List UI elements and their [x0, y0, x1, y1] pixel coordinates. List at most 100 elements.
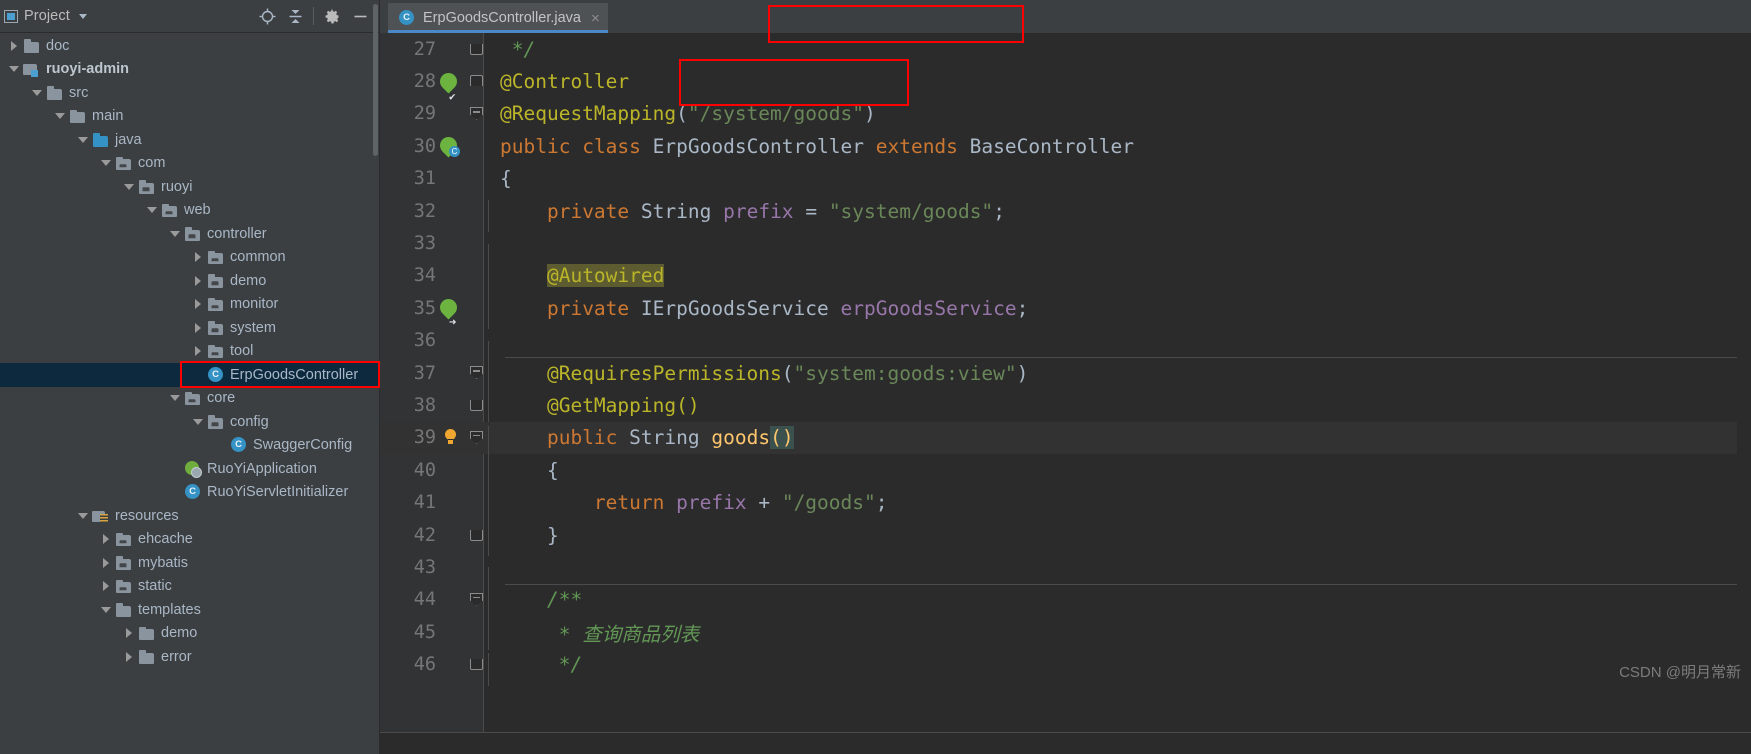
fold-column[interactable] — [466, 130, 488, 162]
gutter-icon-slot[interactable] — [436, 292, 466, 324]
fold-column[interactable] — [466, 163, 488, 195]
fold-column[interactable] — [466, 33, 488, 65]
code-line[interactable]: 36 — [380, 325, 1751, 374]
code-line[interactable]: 35 private IErpGoodsService erpGoodsServ… — [380, 292, 1751, 330]
chevron-down-icon[interactable] — [76, 509, 90, 523]
fold-column[interactable] — [466, 551, 488, 583]
chevron-right-icon[interactable] — [191, 344, 205, 358]
code-line[interactable]: 29 @RequestMapping("/system/goods") — [380, 98, 1751, 130]
project-title-group[interactable]: Project — [4, 8, 87, 24]
chevron-down-icon[interactable] — [145, 203, 159, 217]
settings-gear-icon[interactable] — [318, 3, 346, 29]
collapse-all-icon[interactable] — [281, 3, 309, 29]
code-line[interactable]: 32 private String prefix = "system/goods… — [380, 195, 1751, 233]
project-tree-scrollbar[interactable] — [373, 4, 378, 156]
tree-item[interactable]: config — [0, 410, 380, 434]
tree-item[interactable]: common — [0, 246, 380, 270]
code-line[interactable]: 37 @RequiresPermissions("system:goods:vi… — [380, 356, 1751, 394]
fold-marker-icon[interactable] — [470, 430, 483, 444]
chevron-right-icon[interactable] — [99, 579, 113, 593]
chevron-right-icon[interactable] — [191, 297, 205, 311]
chevron-down-icon[interactable] — [99, 603, 113, 617]
code-line[interactable]: 27 */ — [380, 33, 1751, 65]
tree-item[interactable]: RuoYiServletInitializer — [0, 481, 380, 505]
code-line[interactable]: 33 — [380, 227, 1751, 276]
code-line[interactable]: 30 Cpublic class ErpGoodsController exten… — [380, 130, 1751, 162]
chevron-down-icon[interactable] — [76, 133, 90, 147]
chevron-down-icon[interactable] — [191, 415, 205, 429]
chevron-right-icon[interactable] — [7, 39, 21, 53]
code-line[interactable]: 43 — [380, 551, 1751, 600]
fold-column[interactable] — [466, 325, 488, 357]
fold-marker-icon[interactable] — [470, 529, 483, 541]
chevron-down-icon[interactable] — [53, 109, 67, 123]
tree-item[interactable]: error — [0, 645, 380, 669]
locate-target-icon[interactable] — [253, 3, 281, 29]
tree-item[interactable]: main — [0, 105, 380, 129]
code-line[interactable]: 42 } — [380, 519, 1751, 556]
fold-marker-icon[interactable] — [470, 74, 483, 86]
code-line[interactable]: 39 public String goods() — [380, 421, 1751, 459]
code-editor[interactable]: 27 */28@Controller29@RequestMapping("/sy… — [380, 33, 1751, 754]
tree-item[interactable]: ruoyi — [0, 175, 380, 199]
fold-column[interactable] — [466, 195, 488, 227]
tree-item[interactable]: core — [0, 387, 380, 411]
chevron-right-icon[interactable] — [191, 250, 205, 264]
tree-item[interactable]: templates — [0, 598, 380, 622]
tree-item[interactable]: ruoyi-admin — [0, 58, 380, 82]
chevron-down-icon[interactable] — [168, 391, 182, 405]
code-line[interactable]: 40 { — [380, 454, 1751, 492]
hide-panel-icon[interactable] — [346, 3, 374, 29]
fold-column[interactable] — [466, 65, 488, 97]
tree-item[interactable]: demo — [0, 622, 380, 646]
fold-marker-icon[interactable] — [470, 106, 483, 120]
tree-item[interactable]: ehcache — [0, 528, 380, 552]
fold-column[interactable] — [466, 486, 488, 518]
tree-item[interactable]: SwaggerConfig — [0, 434, 380, 458]
spring-bean-icon[interactable]: C — [436, 133, 461, 158]
tree-item[interactable]: system — [0, 316, 380, 340]
fold-column[interactable] — [466, 584, 488, 616]
code-line[interactable]: 38 @GetMapping() — [380, 389, 1751, 427]
chevron-right-icon[interactable] — [191, 274, 205, 288]
chevron-down-icon[interactable] — [99, 156, 113, 170]
tree-item[interactable]: mybatis — [0, 551, 380, 575]
tree-item-selected[interactable]: ErpGoodsController — [0, 363, 380, 387]
tree-item[interactable]: demo — [0, 269, 380, 293]
fold-marker-icon[interactable] — [470, 400, 483, 412]
code-line[interactable]: 45 * 查询商品列表 — [380, 616, 1751, 651]
editor-tab-erpgoodscontroller[interactable]: ErpGoodsController.java × — [388, 3, 608, 33]
chevron-down-icon[interactable] — [168, 227, 182, 241]
close-icon[interactable]: × — [591, 11, 600, 26]
tree-item[interactable]: doc — [0, 34, 380, 58]
fold-column[interactable] — [466, 292, 488, 324]
code-line[interactable]: 44 /** — [380, 583, 1751, 621]
chevron-down-icon[interactable] — [7, 62, 21, 76]
code-line[interactable]: 46 */ — [380, 648, 1751, 686]
fold-column[interactable] — [466, 648, 488, 680]
fold-column[interactable] — [466, 519, 488, 551]
chevron-right-icon[interactable] — [99, 532, 113, 546]
chevron-down-icon[interactable] — [122, 180, 136, 194]
tree-item[interactable]: com — [0, 152, 380, 176]
code-line[interactable]: 34 @Autowired — [380, 260, 1751, 297]
code-line[interactable]: 31 { — [380, 163, 1751, 195]
fold-column[interactable] — [466, 454, 488, 486]
tree-item[interactable]: monitor — [0, 293, 380, 317]
fold-column[interactable] — [466, 389, 488, 421]
tree-item[interactable]: resources — [0, 504, 380, 528]
chevron-right-icon[interactable] — [191, 321, 205, 335]
chevron-right-icon[interactable] — [122, 626, 136, 640]
fold-marker-icon[interactable] — [470, 592, 483, 606]
tree-item[interactable]: src — [0, 81, 380, 105]
fold-marker-icon[interactable] — [470, 44, 483, 55]
chevron-down-icon[interactable] — [30, 86, 44, 100]
gutter-icon-slot[interactable]: C — [436, 130, 466, 162]
tree-item[interactable]: static — [0, 575, 380, 599]
spring-bean-icon[interactable] — [436, 69, 461, 94]
tree-item[interactable]: RuoYiApplication — [0, 457, 380, 481]
tree-item[interactable]: web — [0, 199, 380, 223]
chevron-right-icon[interactable] — [122, 650, 136, 664]
lightbulb-intention-icon[interactable] — [444, 428, 457, 446]
gutter-icon-slot[interactable] — [436, 66, 466, 98]
